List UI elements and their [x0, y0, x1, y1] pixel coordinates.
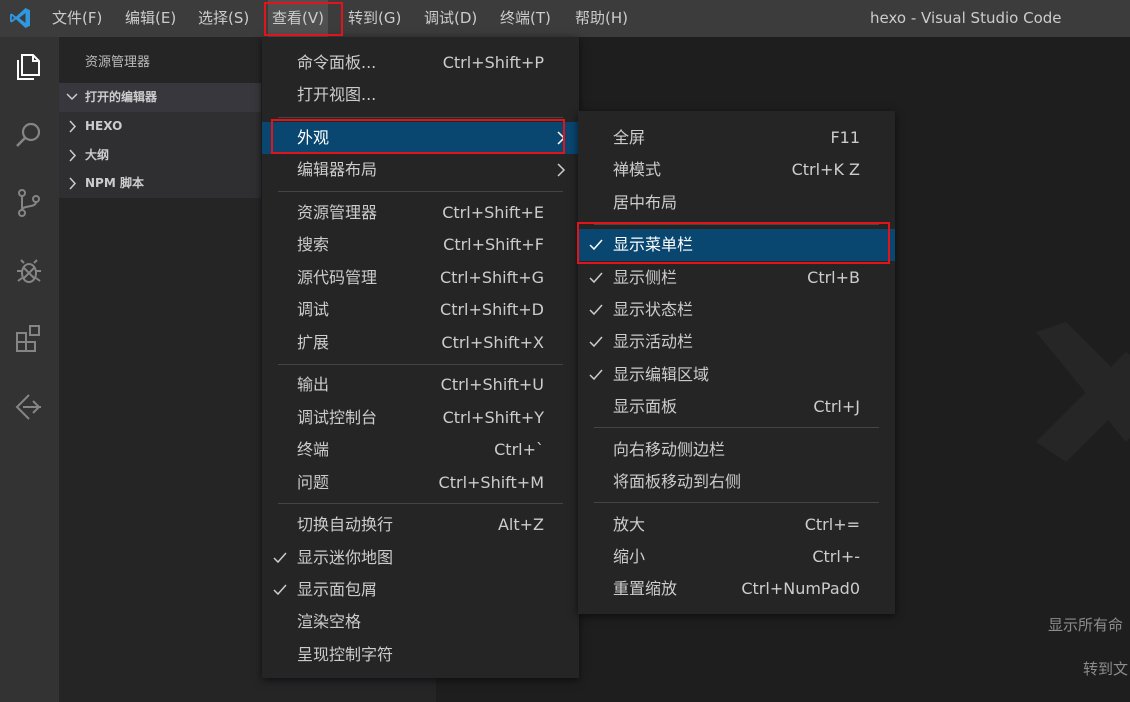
menu-centered-layout[interactable]: 居中布局 — [578, 187, 895, 219]
menu-search[interactable]: 搜索 Ctrl+Shift+F — [262, 229, 579, 261]
menu-reset-zoom[interactable]: 重置缩放 Ctrl+NumPad0 — [578, 573, 895, 605]
menu-show-breadcrumbs[interactable]: 显示面包屑 — [262, 574, 579, 606]
menu-show-statusbar[interactable]: 显示状态栏 — [578, 294, 895, 326]
vscode-watermark-icon — [1036, 322, 1130, 462]
source-control-icon[interactable] — [9, 183, 49, 223]
sidebar-title: 资源管理器 — [85, 55, 151, 70]
menu-appearance[interactable]: 外观 — [262, 122, 579, 154]
menu-terminal-view[interactable]: 终端 Ctrl+` — [262, 434, 579, 466]
section-open-editors[interactable]: 打开的编辑器 — [59, 83, 261, 112]
menu-view[interactable]: 查看(V) — [268, 0, 328, 37]
menu-terminal[interactable]: 终端(T) — [496, 0, 555, 37]
menu-file[interactable]: 文件(F) — [48, 0, 106, 37]
debug-icon[interactable] — [9, 251, 49, 291]
menu-selection[interactable]: 选择(S) — [194, 0, 253, 37]
appearance-submenu: 全屏 F11 禅模式 Ctrl+K Z 居中布局 显示菜单栏 显示侧栏 Ctrl+B … — [578, 111, 895, 614]
section-outline[interactable]: 大纲 — [59, 141, 261, 170]
window-title: hexo - Visual Studio Code — [870, 9, 1062, 27]
section-npm-scripts[interactable]: NPM 脚本 — [59, 169, 261, 198]
menu-move-sidebar-right[interactable]: 向右移动侧边栏 — [578, 434, 895, 466]
chevron-right-icon — [69, 149, 77, 162]
section-label: NPM 脚本 — [85, 176, 144, 190]
check-icon — [589, 239, 603, 251]
check-icon — [589, 304, 603, 316]
menu-toggle-word-wrap[interactable]: 切换自动换行 Alt+Z — [262, 509, 579, 541]
extensions-icon[interactable] — [9, 319, 49, 359]
menu-help[interactable]: 帮助(H) — [571, 0, 632, 37]
menu-show-activitybar[interactable]: 显示活动栏 — [578, 326, 895, 358]
menu-command-palette[interactable]: 命令面板... Ctrl+Shift+P — [262, 47, 579, 79]
menu-go[interactable]: 转到(G) — [344, 0, 405, 37]
menu-debug-console[interactable]: 调试控制台 Ctrl+Shift+Y — [262, 402, 579, 434]
check-icon — [273, 552, 287, 564]
menu-show-menubar[interactable]: 显示菜单栏 — [578, 229, 895, 261]
menu-show-editor-area[interactable]: 显示编辑区域 — [578, 359, 895, 391]
menu-zoom-out[interactable]: 缩小 Ctrl+- — [578, 541, 895, 573]
search-icon[interactable] — [9, 115, 49, 155]
chevron-right-icon — [557, 131, 566, 145]
menu-debug[interactable]: 调试(D) — [420, 0, 481, 37]
menu-extensions[interactable]: 扩展 Ctrl+Shift+X — [262, 327, 579, 359]
activity-bar — [0, 37, 59, 702]
section-hexo[interactable]: HEXO — [59, 112, 261, 141]
menu-show-sidebar[interactable]: 显示侧栏 Ctrl+B — [578, 262, 895, 294]
remote-icon[interactable] — [9, 387, 49, 427]
menu-render-control-chars[interactable]: 呈现控制字符 — [262, 639, 579, 671]
menu-source-control[interactable]: 源代码管理 Ctrl+Shift+G — [262, 262, 579, 294]
check-icon — [589, 369, 603, 381]
menu-render-whitespace[interactable]: 渲染空格 — [262, 606, 579, 638]
hint-show-all-commands: 显示所有命 — [1048, 616, 1124, 634]
chevron-right-icon — [69, 177, 77, 190]
menu-move-panel-right[interactable]: 将面板移动到右侧 — [578, 466, 895, 498]
menu-editor-layout[interactable]: 编辑器布局 — [262, 154, 579, 186]
view-menu: 命令面板... Ctrl+Shift+P 打开视图... 外观 编辑器布局 资源管… — [262, 37, 579, 678]
check-icon — [589, 272, 603, 284]
explorer-icon[interactable] — [9, 47, 49, 87]
hint-go-to-file: 转到文 — [1083, 660, 1129, 678]
menu-fullscreen[interactable]: 全屏 F11 — [578, 122, 895, 154]
title-bar: 文件(F) 编辑(E) 选择(S) 查看(V) 转到(G) 调试(D) 终端(T… — [0, 0, 1130, 37]
check-icon — [589, 336, 603, 348]
chevron-right-icon — [69, 120, 77, 133]
menu-show-minimap[interactable]: 显示迷你地图 — [262, 542, 579, 574]
menu-open-view[interactable]: 打开视图... — [262, 79, 579, 111]
section-label: HEXO — [85, 119, 123, 133]
menu-debug-view[interactable]: 调试 Ctrl+Shift+D — [262, 294, 579, 326]
vscode-logo-icon — [10, 8, 30, 28]
menu-zoom-in[interactable]: 放大 Ctrl+= — [578, 509, 895, 541]
chevron-right-icon — [557, 163, 566, 177]
menu-zen-mode[interactable]: 禅模式 Ctrl+K Z — [578, 154, 895, 186]
menu-explorer[interactable]: 资源管理器 Ctrl+Shift+E — [262, 197, 579, 229]
check-icon — [273, 584, 287, 596]
menu-output[interactable]: 输出 Ctrl+Shift+U — [262, 369, 579, 401]
chevron-down-icon — [66, 93, 78, 101]
menu-edit[interactable]: 编辑(E) — [121, 0, 180, 37]
menu-show-panel[interactable]: 显示面板 Ctrl+J — [578, 391, 895, 423]
menu-problems[interactable]: 问题 Ctrl+Shift+M — [262, 467, 579, 499]
section-label: 大纲 — [85, 148, 110, 162]
section-label: 打开的编辑器 — [85, 90, 158, 104]
